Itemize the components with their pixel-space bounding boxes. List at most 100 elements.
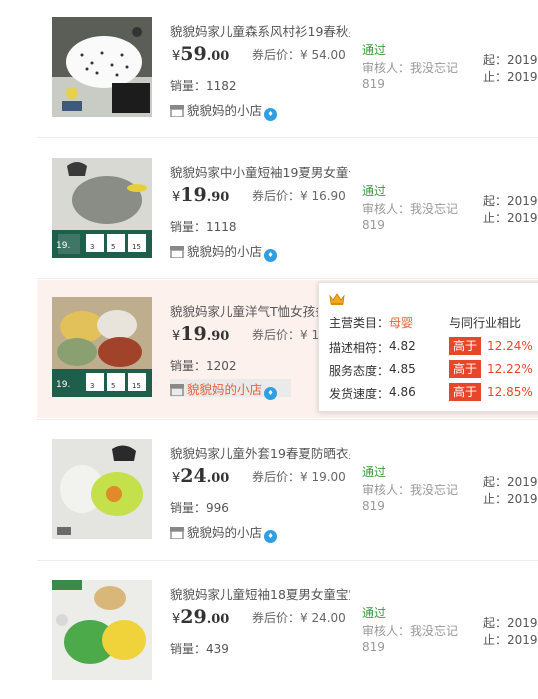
main-category-label: 主营类目： (329, 316, 390, 330)
sales-label: 销量： (170, 359, 207, 373)
rating-value: 4.85 (389, 362, 416, 376)
shop-level-badge-icon: ♦ (264, 249, 278, 262)
shop-name: 貌貌妈的小店 (187, 103, 263, 118)
price-decimal: .90 (206, 329, 230, 344)
product-row: 貌貌妈家儿童森系风村衫19春秋男 ¥59.00 券后价：¥ 54.00 销量：1… (37, 0, 538, 136)
coupon-price: 券后价：¥ 16.90 (252, 187, 346, 204)
store-icon (170, 105, 184, 120)
start-date: 起：2019 (483, 192, 538, 209)
reviewer-label: 审核人： (362, 202, 411, 216)
start-label: 起： (483, 616, 508, 630)
reviewer-name: 我没忘记 (410, 624, 459, 638)
sales-count: 销量：1118 (170, 218, 237, 235)
shop-name: 貌貌妈的小店 (187, 244, 263, 259)
shop-link[interactable]: 貌貌妈的小店 ♦ (170, 522, 278, 543)
compare-percent: 12.85% (487, 385, 533, 399)
rating-value: 4.82 (389, 339, 416, 353)
reviewer: 审核人：我没忘记 (362, 481, 458, 498)
product-thumbnail[interactable] (52, 439, 152, 539)
end-label: 止： (483, 211, 508, 225)
reviewer-id: 819 (362, 77, 385, 91)
price-integer: 29 (180, 606, 207, 628)
sales-count: 销量：996 (170, 499, 229, 516)
reviewer-id: 819 (362, 218, 385, 232)
rating-row: 描述相符： 4.82 高于 12.24% (329, 337, 538, 357)
rating-row: 发货速度： 4.86 高于 12.85% (329, 383, 538, 403)
row-divider (37, 137, 538, 138)
compare-percent: 12.24% (487, 339, 533, 353)
sales-count: 销量：1202 (170, 357, 237, 374)
rating-label: 服务态度： (329, 364, 390, 378)
start-value: 2019 (507, 194, 538, 208)
shop-name: 貌貌妈的小店 (187, 382, 263, 397)
start-value: 2019 (507, 53, 538, 67)
end-label: 止： (483, 70, 508, 84)
store-icon (170, 384, 184, 399)
shop-link[interactable]: 貌貌妈的小店 ♦ (170, 241, 278, 262)
reviewer-name: 我没忘记 (410, 61, 459, 75)
product-title[interactable]: 貌貌妈家中小童短袖19夏男女童卡 (170, 162, 350, 182)
end-value: 2019 (507, 70, 538, 84)
product-title[interactable]: 貌貌妈家儿童外套19春夏防晒衣男 (170, 443, 350, 463)
shop-level-badge-icon: ♦ (264, 108, 278, 121)
sales-value: 1202 (206, 359, 237, 373)
review-status: 通过 (362, 465, 387, 479)
product-price: ¥59.00 (172, 43, 229, 65)
price-integer: 19 (180, 323, 207, 345)
reviewer-id: 819 (362, 640, 385, 654)
crown-icon (329, 291, 345, 310)
coupon-label: 券后价： (252, 611, 301, 625)
product-row: 貌貌妈家儿童外套19春夏防晒衣男 ¥24.00 券后价：¥ 19.00 销量：9… (37, 422, 538, 558)
coupon-label: 券后价： (252, 189, 301, 203)
coupon-value: ¥ 54.00 (300, 48, 346, 62)
start-date: 起：2019 (483, 51, 538, 68)
product-thumbnail[interactable]: 19. 3 5 15 (52, 297, 152, 397)
thumb-dot-label: 15 (132, 382, 141, 390)
reviewer: 审核人：我没忘记 (362, 200, 458, 217)
price-integer: 59 (180, 43, 207, 65)
product-title[interactable]: 貌貌妈家儿童森系风村衫19春秋男 (170, 21, 350, 41)
coupon-value: ¥ 16.90 (300, 189, 346, 203)
coupon-label: 券后价： (252, 48, 301, 62)
product-thumbnail[interactable] (52, 580, 152, 680)
coupon-price: 券后价：¥ 24.00 (252, 609, 346, 626)
product-title[interactable]: 貌貌妈家儿童短袖18夏男女童宝宝 (170, 584, 350, 604)
review-status: 通过 (362, 43, 387, 57)
thumb-dot-label: 5 (111, 382, 115, 390)
product-price: ¥19.90 (172, 184, 229, 206)
compare-tag: 高于 (449, 360, 481, 378)
sales-value: 439 (206, 642, 229, 656)
compare-tag: 高于 (449, 337, 481, 355)
end-value: 2019 (507, 211, 538, 225)
end-label: 止： (483, 633, 508, 647)
thumb-dot-label: 15 (132, 243, 141, 251)
shop-link[interactable]: 貌貌妈的小店 ♦ (170, 379, 292, 400)
end-value: 2019 (507, 633, 538, 647)
coupon-value: ¥ 19.00 (300, 470, 346, 484)
shop-link[interactable]: 貌貌妈的小店 ♦ (170, 100, 278, 121)
price-decimal: .00 (206, 49, 230, 64)
thumb-dot-label: 3 (90, 382, 94, 390)
product-thumbnail[interactable]: 19. 3 5 15 (52, 158, 152, 258)
product-price: ¥19.90 (172, 323, 229, 345)
sales-label: 销量： (170, 220, 207, 234)
store-icon (170, 527, 184, 542)
main-category: 主营类目：母婴 (329, 314, 413, 331)
reviewer-name: 我没忘记 (410, 483, 459, 497)
rating-label: 描述相符： (329, 341, 390, 355)
product-price: ¥24.00 (172, 465, 229, 487)
price-integer: 19 (180, 184, 207, 206)
coupon-price: 券后价：¥ 19.00 (252, 468, 346, 485)
end-date: 止：2019 (483, 68, 538, 85)
product-thumbnail[interactable] (52, 17, 152, 117)
main-category-value: 母婴 (389, 316, 414, 330)
reviewer-id: 819 (362, 499, 385, 513)
row-divider (37, 560, 538, 561)
sales-value: 996 (206, 501, 229, 515)
price-decimal: .00 (206, 612, 230, 627)
product-price: ¥29.00 (172, 606, 229, 628)
coupon-price: 券后价：¥ 1 (252, 326, 319, 343)
thumb-size-label: 19. (56, 380, 70, 390)
reviewer: 审核人：我没忘记 (362, 622, 458, 639)
thumb-dot-label: 5 (111, 243, 115, 251)
